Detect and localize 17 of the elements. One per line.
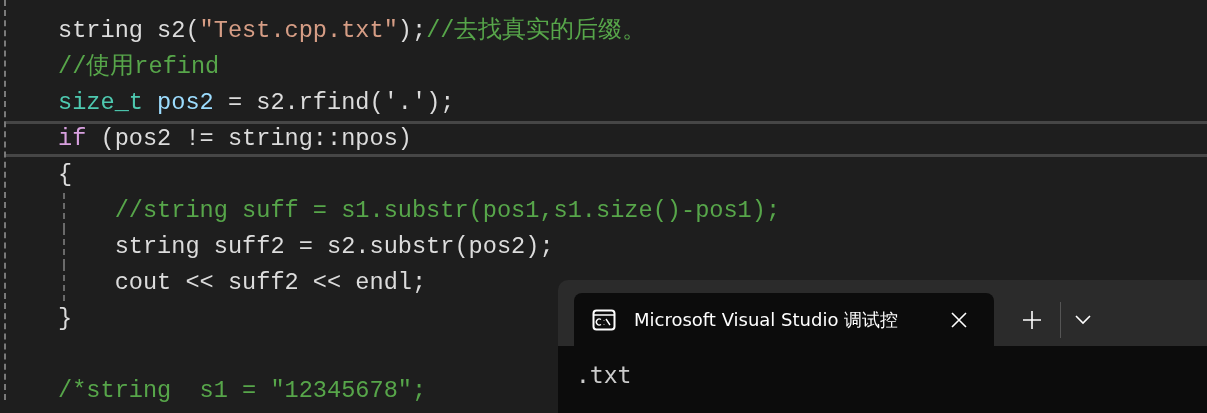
code-line: //使用refind [58, 53, 220, 80]
code-line: { [58, 161, 73, 188]
code-line: string suff2 = s2.substr(pos2); [113, 233, 554, 260]
console-output: .txt [576, 362, 632, 388]
close-icon[interactable] [950, 310, 968, 329]
code-line: if (pos2 != string::npos) [58, 125, 412, 152]
code-line: string s2("Test.cpp.txt");//去找真实的后缀。 [58, 17, 647, 44]
console-icon [592, 308, 616, 331]
code-line: //string suff = s1.substr(pos1,s1.size()-pos1); [113, 197, 781, 224]
code-line: size_t pos2 = s2.rfind('.'); [58, 89, 455, 116]
code-line: /*string s1 = "12345678"; [58, 377, 427, 404]
new-tab-icon[interactable] [1022, 309, 1042, 330]
chevron-down-icon[interactable] [1075, 314, 1091, 325]
code-line: } [58, 305, 73, 332]
code-line: cout << suff2 << endl; [113, 269, 427, 296]
terminal-tab[interactable]: Microsoft Visual Studio 调试控 [574, 293, 994, 346]
tab-title: Microsoft Visual Studio 调试控 [634, 307, 900, 332]
